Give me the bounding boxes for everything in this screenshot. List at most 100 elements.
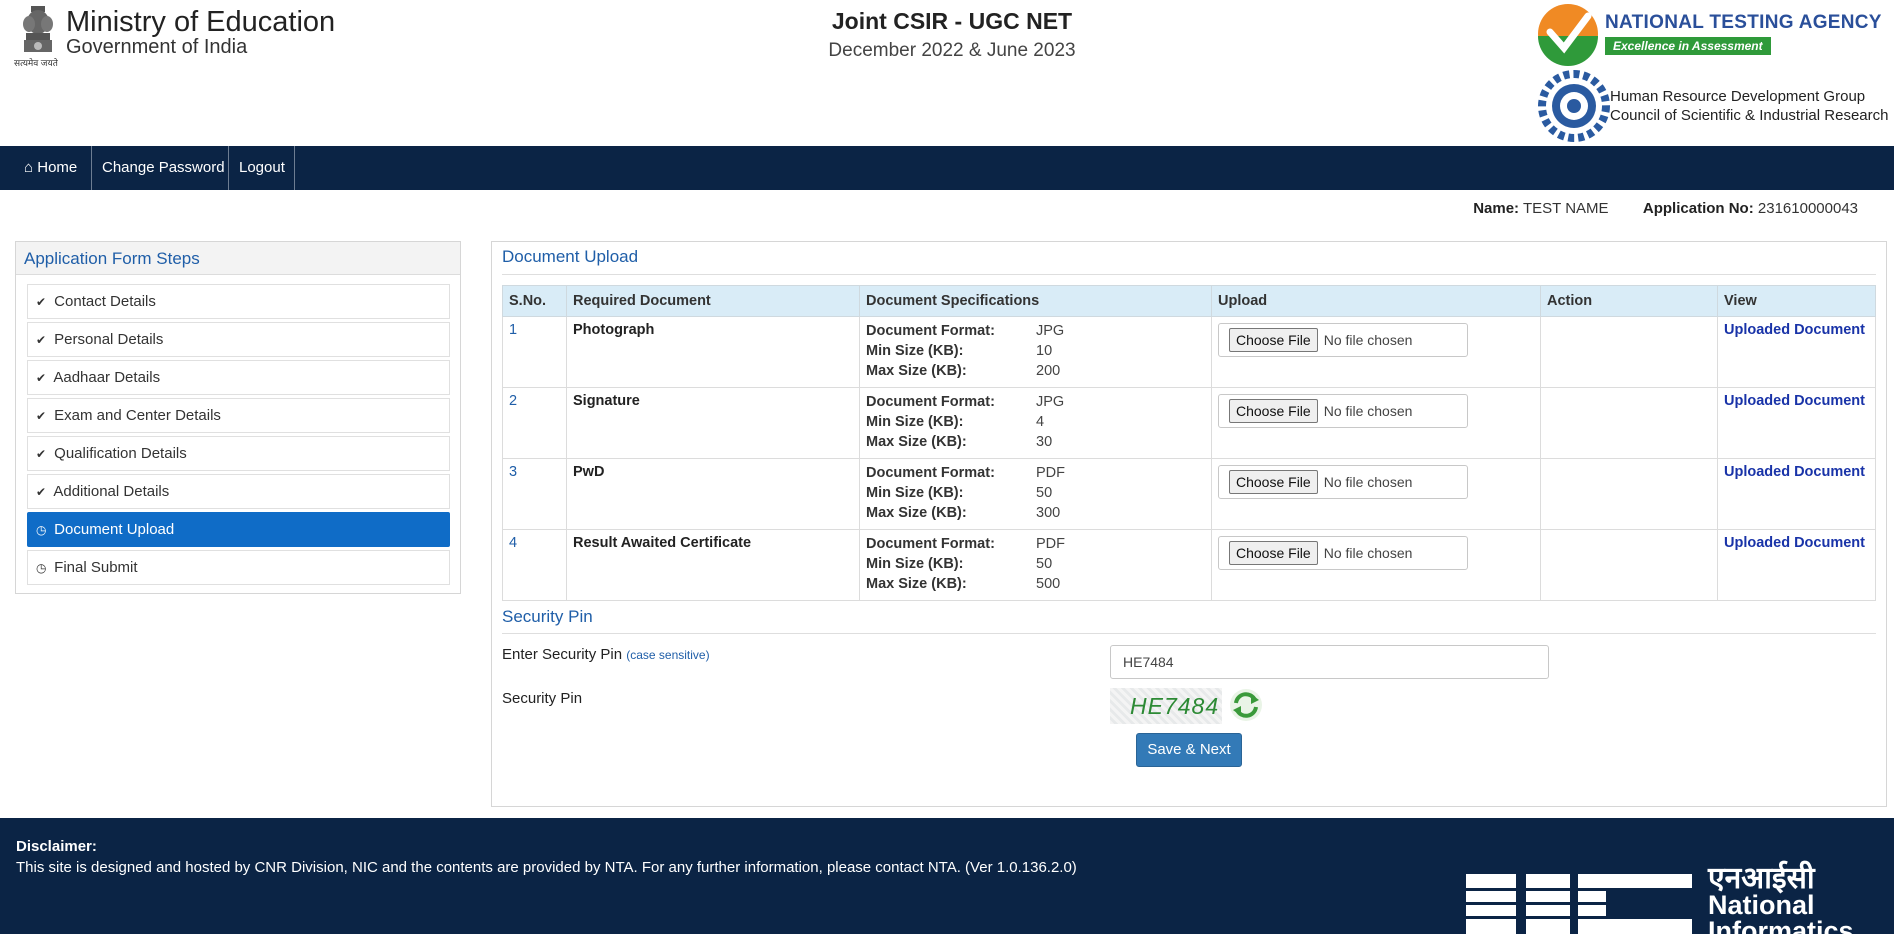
format-value: PDF [1036,465,1065,481]
disclaimer-heading: Disclaimer: [16,838,97,855]
security-pin-input[interactable]: HE7484 [1110,645,1549,679]
row-action-cell [1540,458,1718,530]
min-size-label: Min Size (KB): [866,556,964,572]
table-header-row: S.No. Required Document Document Specifi… [502,285,1876,317]
format-value: JPG [1036,394,1065,410]
format-label: Document Format: [866,323,995,339]
home-icon: ⌂ [24,159,34,176]
row-document-name: Result Awaited Certificate [566,529,860,601]
clock-icon: ◷ [36,561,47,575]
table-row: 4 Result Awaited Certificate Document Fo… [502,529,1876,601]
nav-home[interactable]: ⌂ Home [14,146,92,190]
nav-home-label: Home [37,159,78,176]
choose-file-button[interactable]: Choose File [1229,399,1318,423]
site-header: सत्यमेव जयते Ministry of Education Gover… [0,0,1894,146]
exam-title: Joint CSIR - UGC NET [831,8,1073,34]
step-label: Additional Details [53,483,170,500]
row-sno: 3 [502,458,567,530]
row-specifications: Document Format: PDF Min Size (KB): 50 Max… [859,529,1212,601]
format-label: Document Format: [866,465,995,481]
step-contact-details[interactable]: ✔ Contact Details [27,284,450,319]
nav-change-password[interactable]: Change Password [92,146,229,190]
col-action: Action [1540,285,1718,317]
format-label: Document Format: [866,394,995,410]
ministry-subtitle: Government of India [66,36,248,58]
documents-table: S.No. Required Document Document Specifi… [502,285,1876,601]
csir-line-1: Human Resource Development Group [1610,88,1866,105]
nic-name-line-2: Informatics [1708,916,1854,934]
pwd-file-input[interactable]: Choose File No file chosen [1218,465,1468,499]
table-row: 3 PwD Document Format: PDF Min Size (KB):… [502,458,1876,530]
max-size-value: 500 [1036,576,1061,592]
nta-title: NATIONAL TESTING AGENCY [1605,12,1882,33]
uploaded-document-link[interactable]: Uploaded Document [1724,393,1865,409]
row-view-cell: Uploaded Document [1717,458,1876,530]
csir-line-2: Council of Scientific & Industrial Resea… [1610,107,1889,124]
site-footer: Disclaimer: This site is designed and ho… [0,818,1894,934]
row-action-cell [1540,387,1718,459]
check-circle-icon: ✔ [36,409,47,423]
max-size-value: 30 [1036,434,1053,450]
uploaded-document-link[interactable]: Uploaded Document [1724,535,1865,551]
row-specifications: Document Format: PDF Min Size (KB): 50 Max… [859,458,1212,530]
refresh-captcha-icon[interactable] [1229,688,1263,722]
enter-pin-text: Enter Security Pin [502,646,623,663]
disclaimer-text: This site is designed and hosted by CNR … [16,859,1077,876]
row-upload-cell: Choose File No file chosen [1211,387,1541,459]
choose-file-button[interactable]: Choose File [1229,328,1318,352]
choose-file-button[interactable]: Choose File [1229,470,1318,494]
application-number: 231610000043 [1757,200,1858,217]
uploaded-document-link[interactable]: Uploaded Document [1724,322,1865,338]
step-label: Qualification Details [54,445,187,462]
row-document-name: Signature [566,387,860,459]
format-label: Document Format: [866,536,995,552]
check-circle-icon: ✔ [36,295,47,309]
min-size-value: 50 [1036,485,1053,501]
step-label: Aadhaar Details [53,369,161,386]
steps-title: Application Form Steps [16,242,460,275]
candidate-name: TEST NAME [1522,200,1609,217]
nta-tagline: Excellence in Assessment [1605,37,1771,55]
file-status: No file chosen [1323,474,1413,490]
step-final-submit[interactable]: ◷ Final Submit [27,550,450,585]
signature-file-input[interactable]: Choose File No file chosen [1218,394,1468,428]
nic-logo-icon [1466,874,1692,934]
check-circle-icon: ✔ [36,371,47,385]
col-sno: S.No. [502,285,567,317]
step-exam-center-details[interactable]: ✔ Exam and Center Details [27,398,450,433]
step-personal-details[interactable]: ✔ Personal Details [27,322,450,357]
min-size-label: Min Size (KB): [866,485,964,501]
min-size-label: Min Size (KB): [866,343,964,359]
case-sensitive-note: (case sensitive) [626,648,710,662]
step-aadhaar-details[interactable]: ✔ Aadhaar Details [27,360,450,395]
step-label: Personal Details [54,331,164,348]
max-size-value: 200 [1036,363,1061,379]
step-document-upload[interactable]: ◷ Document Upload [27,512,450,547]
file-status: No file chosen [1323,403,1413,419]
check-circle-icon: ✔ [36,447,47,461]
row-sno: 4 [502,529,567,601]
step-qualification-details[interactable]: ✔ Qualification Details [27,436,450,471]
row-sno: 1 [502,316,567,388]
candidate-info: Name: TEST NAME Application No: 23161000… [1473,200,1858,217]
row-action-cell [1540,529,1718,601]
main-navbar: ⌂ Home Change Password Logout [0,146,1894,190]
photograph-file-input[interactable]: Choose File No file chosen [1218,323,1468,357]
step-additional-details[interactable]: ✔ Additional Details [27,474,450,509]
row-specifications: Document Format: JPG Min Size (KB): 4 Max … [859,387,1212,459]
csir-logo-icon [1538,70,1610,142]
nav-logout[interactable]: Logout [229,146,295,190]
row-specifications: Document Format: JPG Min Size (KB): 10 Max… [859,316,1212,388]
row-view-cell: Uploaded Document [1717,529,1876,601]
max-size-label: Max Size (KB): [866,505,967,521]
max-size-label: Max Size (KB): [866,576,967,592]
captcha-image: HE7484 [1110,688,1222,724]
choose-file-button[interactable]: Choose File [1229,541,1318,565]
uploaded-document-link[interactable]: Uploaded Document [1724,464,1865,480]
max-size-label: Max Size (KB): [866,434,967,450]
exam-subtitle: December 2022 & June 2023 [828,40,1076,61]
ministry-title: Ministry of Education [66,6,336,38]
save-next-button[interactable]: Save & Next [1136,733,1242,767]
step-label: Contact Details [54,293,156,310]
result-awaited-file-input[interactable]: Choose File No file chosen [1218,536,1468,570]
